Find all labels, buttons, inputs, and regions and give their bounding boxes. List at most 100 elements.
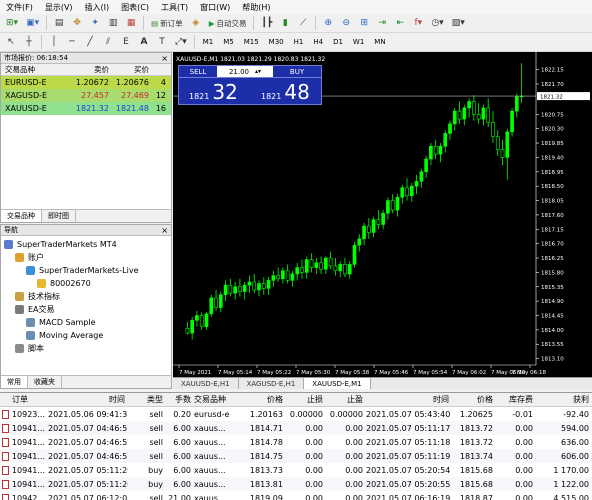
history-row[interactable]: 10942... 2021.05.07 06:12:08 sell 21.00 xauu… [0, 491, 592, 500]
line-chart-icon[interactable]: ⟋ [295, 16, 311, 31]
periods-icon[interactable]: ◷▾ [428, 16, 446, 31]
column-symbol[interactable]: 交易品种 [1, 64, 70, 75]
templates-icon[interactable]: ▧▾ [449, 16, 468, 31]
chart-window[interactable]: XAUUSD-E,M1 1821.03 1821.29 1820.83 1821… [173, 52, 592, 377]
chart-tab-xauusd-m1[interactable]: XAUUSD-E,M1 [304, 378, 371, 389]
strategy-tester-icon[interactable]: ▦ [123, 16, 139, 31]
navigator-item[interactable]: Moving Average [1, 329, 171, 342]
autoscroll-icon[interactable]: ⇥ [374, 16, 390, 31]
data-window-icon[interactable]: ✥ [69, 16, 85, 31]
zoom-out-icon[interactable]: ⊖ [338, 16, 354, 31]
menu-charts[interactable]: 图表(C) [121, 2, 149, 13]
history-row[interactable]: 10941... 2021.05.07 04:46:53 sell 6.00 xauus… [0, 449, 592, 463]
close-icon[interactable]: × [161, 54, 171, 63]
trendline-icon[interactable]: ╱ [82, 35, 98, 50]
timeframe-w1[interactable]: W1 [349, 35, 368, 49]
menu-window[interactable]: 窗口(W) [200, 2, 230, 13]
menu-help[interactable]: 帮助(H) [242, 2, 270, 13]
navigator-item[interactable]: 技术指标 [1, 290, 171, 303]
market-watch-row[interactable]: XAGUSD-E 27.457 27.469 12 [1, 89, 171, 102]
new-order-button[interactable]: ▤ 新订单 [148, 16, 186, 31]
tab-favorites[interactable]: 收藏夹 [28, 376, 62, 388]
history-column-header[interactable]: 止损 [286, 394, 326, 405]
history-row[interactable]: 10941... 2021.05.07 04:46:52 sell 6.00 xauus… [0, 435, 592, 449]
history-column-header[interactable]: 价格 [452, 394, 496, 405]
timeframe-m30[interactable]: M30 [265, 35, 288, 49]
history-column-header[interactable]: 类型 [128, 394, 166, 405]
chart-shift-icon[interactable]: ⇤ [392, 16, 408, 31]
timeframe-h1[interactable]: H1 [290, 35, 308, 49]
metaeditor-icon[interactable]: ◈ [188, 16, 204, 31]
text-icon[interactable]: A [136, 35, 152, 50]
menu-insert[interactable]: 插入(I) [85, 2, 110, 13]
history-row[interactable]: 10941... 2021.05.07 05:11:20 buy 6.00 xauus.… [0, 477, 592, 491]
buy-button[interactable]: BUY [273, 66, 321, 77]
history-column-header[interactable]: 交易品种 [194, 394, 242, 405]
timeframe-m15[interactable]: M15 [240, 35, 263, 49]
market-watch-icon[interactable]: ▤ [51, 16, 67, 31]
history-column-header[interactable]: 获利 [536, 394, 592, 405]
menu-tools[interactable]: 工具(T) [161, 2, 188, 13]
indicators-icon[interactable]: f▾ [410, 16, 426, 31]
zoom-in-icon[interactable]: ⊕ [320, 16, 336, 31]
vertical-line-icon[interactable]: │ [46, 35, 62, 50]
tab-symbols[interactable]: 交易品种 [1, 210, 42, 222]
navigator-item[interactable]: 账户 [1, 251, 171, 264]
chart-tab-xagusd-h1[interactable]: XAGUSD-E,H1 [239, 378, 305, 389]
history-column-header[interactable]: 时间 [366, 394, 452, 405]
menu-file[interactable]: 文件(F) [6, 2, 33, 13]
buy-price[interactable]: 1821 48 [251, 80, 321, 104]
column-spread[interactable] [152, 64, 169, 75]
text-label-icon[interactable]: T [154, 35, 170, 50]
column-ask[interactable]: 买价 [112, 64, 152, 75]
bar-chart-icon[interactable]: ┃┣ [258, 16, 275, 31]
history-row[interactable]: 10941... 2021.05.07 04:46:51 sell 6.00 xauus… [0, 421, 592, 435]
crosshair-icon[interactable]: ┼ [21, 35, 37, 50]
candle [448, 120, 452, 140]
tab-common[interactable]: 常用 [1, 376, 28, 388]
timeframe-d1[interactable]: D1 [329, 35, 347, 49]
navigator-item[interactable]: MACD Sample [1, 316, 171, 329]
fibonacci-icon[interactable]: Ε [118, 35, 134, 50]
autotrading-button[interactable]: ▶ 自动交易 [206, 16, 250, 31]
volume-input[interactable]: 21.00 ▴▾ [217, 66, 273, 77]
market-watch-row[interactable]: EURUSD-E 1.20672 1.20676 4 [1, 76, 171, 89]
column-bid[interactable]: 卖价 [70, 64, 112, 75]
horizontal-line-icon[interactable]: ─ [64, 35, 80, 50]
arrows-icon[interactable]: ⤢▾ [172, 35, 190, 50]
close-icon[interactable]: × [161, 226, 171, 235]
timeframe-m5[interactable]: M5 [219, 35, 238, 49]
history-row[interactable]: 10923... 2021.05.06 09:41:37 sell 0.20 eurus… [0, 407, 592, 421]
history-column-header[interactable]: 库存费 [496, 394, 536, 405]
terminal-icon[interactable]: ▥ [105, 16, 121, 31]
navigator-item[interactable]: 80002670 [1, 277, 171, 290]
timeframe-mn[interactable]: MN [370, 35, 389, 49]
toolbar-separator [253, 16, 255, 30]
sell-price[interactable]: 1821 32 [179, 80, 251, 104]
history-column-header[interactable]: 订单 [0, 394, 48, 405]
market-watch-row[interactable]: XAUUSD-E 1821.32 1821.48 16 [1, 102, 171, 115]
timeframe-h4[interactable]: H4 [309, 35, 327, 49]
sell-button[interactable]: SELL [179, 66, 217, 77]
chart-tab-xauusd-h1[interactable]: XAUUSD-E,H1 [173, 378, 239, 389]
navigator-item[interactable]: SuperTraderMarkets MT4 [1, 238, 171, 251]
history-column-header[interactable]: 时间 [48, 394, 128, 405]
candlestick-icon[interactable]: ▮ [277, 16, 293, 31]
equidistant-channel-icon[interactable]: ⫽ [100, 35, 116, 50]
tab-tick-chart[interactable]: 即时图 [42, 210, 76, 222]
navigator-item[interactable]: SuperTraderMarkets-Live [1, 264, 171, 277]
navigator-icon[interactable]: ✦ [87, 16, 103, 31]
new-chart-icon[interactable]: ⊞▾ [3, 16, 21, 31]
volume-stepper-icon[interactable]: ▴▾ [255, 68, 261, 75]
menu-view[interactable]: 显示(V) [45, 2, 73, 13]
profiles-icon[interactable]: ▣▾ [23, 16, 42, 31]
history-column-header[interactable]: 止盈 [326, 394, 366, 405]
cursor-icon[interactable]: ↖ [3, 35, 19, 50]
timeframe-m1[interactable]: M1 [199, 35, 218, 49]
history-column-header[interactable]: 手数 [166, 394, 194, 405]
navigator-item[interactable]: EA交易 [1, 303, 171, 316]
navigator-item[interactable]: 脚本 [1, 342, 171, 355]
history-column-header[interactable]: 价格 [242, 394, 286, 405]
tile-windows-icon[interactable]: ⊞ [356, 16, 372, 31]
history-row[interactable]: 10941... 2021.05.07 05:11:20 buy 6.00 xauus.… [0, 463, 592, 477]
